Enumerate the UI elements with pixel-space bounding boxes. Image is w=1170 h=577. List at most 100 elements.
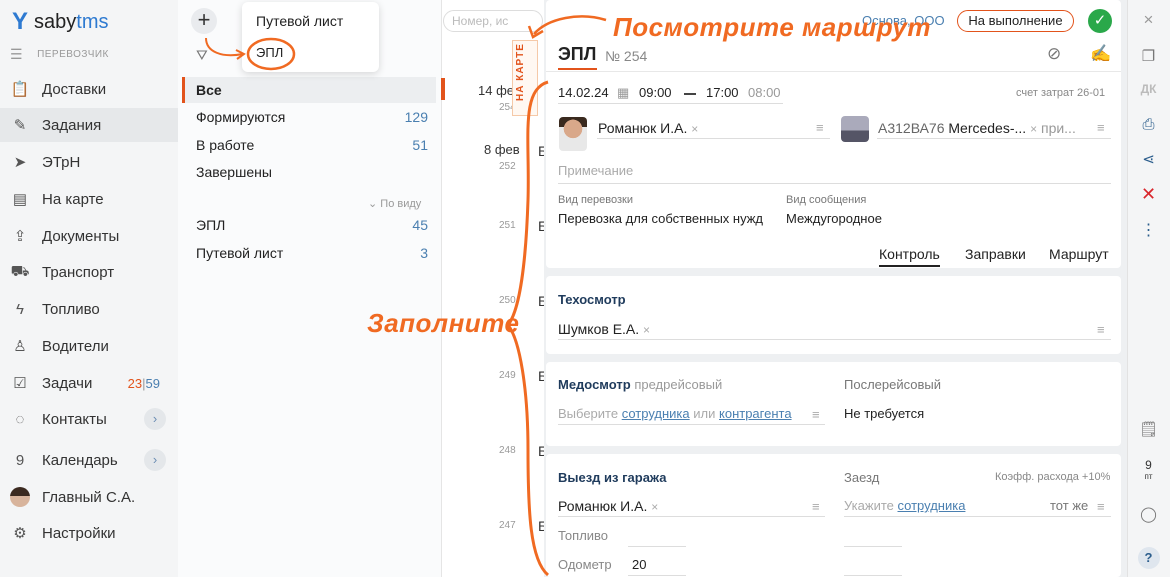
- list-item-number[interactable]: 252: [499, 161, 516, 172]
- tab-route[interactable]: Маршрут: [1049, 246, 1109, 262]
- return-driver-field[interactable]: Укажите сотрудника: [844, 498, 965, 513]
- garage-driver-field[interactable]: Романюк И.А. ×: [558, 498, 658, 514]
- driver-field[interactable]: Романюк И.А. ×: [598, 120, 698, 136]
- calendar-icon[interactable]: ▦: [617, 85, 629, 101]
- remove-icon[interactable]: ×: [651, 500, 658, 514]
- folder-in-progress[interactable]: В работе 51: [182, 132, 436, 158]
- search-input[interactable]: Номер, ис: [443, 10, 543, 32]
- check-icon[interactable]: ✓: [1088, 9, 1112, 33]
- nav-label: Доставки: [42, 80, 107, 98]
- group-by-view[interactable]: ⌄ По виду: [368, 197, 421, 210]
- list-item-number[interactable]: 247: [499, 520, 516, 531]
- doctype-epl[interactable]: ЭПЛ 45: [182, 212, 436, 238]
- tab-refuels[interactable]: Заправки: [965, 246, 1026, 262]
- nav-item-map[interactable]: ▤ На карте: [0, 182, 178, 216]
- remove-icon[interactable]: ×: [643, 323, 650, 337]
- doctype-label: ЭПЛ: [196, 217, 226, 233]
- folder-all[interactable]: Все: [182, 77, 436, 103]
- chevron-right-icon[interactable]: ›: [144, 449, 166, 471]
- remove-icon[interactable]: ×: [1030, 122, 1037, 136]
- medical-post-value[interactable]: Не требуется: [844, 406, 924, 421]
- edit-icon: ✎: [13, 117, 27, 134]
- close-icon[interactable]: ×: [1127, 10, 1170, 30]
- menu-item-epl[interactable]: ЭПЛ: [256, 45, 283, 60]
- nav-item-tasks-todo[interactable]: ☑ Задачи 23|59: [0, 366, 178, 400]
- chevron-right-icon[interactable]: ›: [144, 408, 166, 430]
- sign-icon[interactable]: ✍: [1090, 44, 1111, 64]
- remove-icon[interactable]: ×: [691, 122, 698, 136]
- map-icon: ▤: [12, 191, 28, 208]
- tech-inspector-field[interactable]: Шумков Е.А. ×: [558, 321, 650, 337]
- list-icon[interactable]: ≡: [812, 407, 820, 422]
- medical-pre-field[interactable]: Выберите сотрудника или контрагента: [558, 406, 792, 421]
- nav-label: Документы: [42, 227, 120, 245]
- nav-item-settings[interactable]: ⚙ Настройки: [0, 516, 178, 550]
- calendar-day-widget[interactable]: 9 пт: [1127, 459, 1170, 482]
- notes-icon[interactable]: 🗒: [1127, 420, 1170, 438]
- fuel-input-underline[interactable]: [628, 546, 686, 547]
- specify-employee-link[interactable]: сотрудника: [898, 498, 966, 513]
- time-to-field[interactable]: 17:00: [706, 85, 739, 100]
- app-logo[interactable]: Y sabytms: [12, 8, 108, 36]
- list-icon[interactable]: ≡: [812, 499, 820, 514]
- vehicle-field[interactable]: А312ВА76 Mercedes-... × при...: [878, 120, 1076, 136]
- nav-item-contacts[interactable]: ◌ Контакты ›: [0, 402, 178, 436]
- on-map-tab[interactable]: НА КАРТЕ: [512, 40, 538, 116]
- share-icon[interactable]: ⋖: [1127, 150, 1170, 168]
- menu-item-waybill[interactable]: Путевой лист: [256, 13, 343, 29]
- transport-type-value[interactable]: Перевозка для собственных нужд: [558, 211, 763, 226]
- print-icon[interactable]: ⎙: [1127, 116, 1170, 133]
- folder-completed[interactable]: Завершены: [182, 159, 436, 185]
- list-icon[interactable]: ≡: [1097, 322, 1105, 337]
- copy-icon[interactable]: ❐: [1127, 47, 1170, 65]
- create-button[interactable]: +: [191, 8, 217, 34]
- tech-inspection-title: Техосмотр: [558, 292, 626, 307]
- delete-icon[interactable]: ✕: [1127, 184, 1170, 205]
- status-button[interactable]: На выполнение: [957, 10, 1074, 32]
- on-map-label: НА КАРТЕ: [515, 43, 526, 101]
- list-item-number[interactable]: 249: [499, 370, 516, 381]
- list-icon[interactable]: ≡: [1097, 120, 1105, 135]
- nav-item-documents[interactable]: ⇪ Документы: [0, 219, 178, 253]
- more-icon[interactable]: ⋮: [1127, 220, 1170, 240]
- list-icon[interactable]: ≡: [816, 120, 824, 135]
- date-field[interactable]: 14.02.24: [558, 85, 609, 100]
- same-driver[interactable]: тот же: [1050, 498, 1088, 513]
- document-number: № 254: [605, 48, 648, 64]
- menu-icon[interactable]: ☰: [10, 46, 23, 63]
- nav-item-transport[interactable]: ⛟ Транспорт: [0, 255, 178, 289]
- folder-forming[interactable]: Формируются 129: [182, 104, 436, 130]
- role-switcher[interactable]: ☰ ПЕРЕВОЗЧИК: [10, 46, 109, 63]
- nav-item-drivers[interactable]: ♙ Водители: [0, 329, 178, 363]
- note-input[interactable]: Примечание: [558, 163, 633, 178]
- attachment-icon[interactable]: ⊘: [1047, 44, 1061, 64]
- nav-label: Топливо: [42, 300, 100, 318]
- list-icon[interactable]: ≡: [1097, 499, 1105, 514]
- nav-item-tasks[interactable]: ✎ Задания: [0, 108, 178, 142]
- list-item-number[interactable]: 250: [499, 295, 516, 306]
- return-fuel-input-underline[interactable]: [844, 546, 902, 547]
- choose-employee-link[interactable]: сотрудника: [622, 406, 690, 421]
- odometer-input[interactable]: 20: [632, 557, 646, 572]
- filter-icon[interactable]: ⛛: [196, 47, 208, 64]
- consumption-coef[interactable]: Коэфф. расхода +10%: [995, 471, 1110, 483]
- nav-item-calendar[interactable]: 9 Календарь ›: [0, 443, 178, 477]
- list-item-number[interactable]: 251: [499, 220, 516, 231]
- nav-item-fuel[interactable]: ϟ Топливо: [0, 292, 178, 326]
- nav-item-etrn[interactable]: ➤ ЭТрН: [0, 145, 178, 179]
- time-from-field[interactable]: 09:00: [639, 85, 672, 100]
- list-item-number[interactable]: 248: [499, 445, 516, 456]
- help-icon[interactable]: ?: [1127, 547, 1170, 569]
- nav-label: Календарь: [42, 451, 118, 469]
- route-type-value[interactable]: Междугородное: [786, 211, 882, 226]
- tab-control[interactable]: Контроль: [879, 246, 940, 267]
- nav-item-deliveries[interactable]: 📋 Доставки: [0, 72, 178, 106]
- doctype-waybill[interactable]: Путевой лист 3: [182, 240, 436, 266]
- cost-account[interactable]: счет затрат 26-01: [1016, 87, 1105, 99]
- saby-logo-icon: Y: [12, 8, 29, 35]
- dk-button[interactable]: ДК: [1127, 82, 1170, 96]
- nav-item-profile[interactable]: Главный С.А.: [0, 480, 178, 514]
- chat-icon[interactable]: ◯: [1127, 505, 1170, 523]
- divider: [546, 71, 1121, 72]
- choose-contractor-link[interactable]: контрагента: [719, 406, 792, 421]
